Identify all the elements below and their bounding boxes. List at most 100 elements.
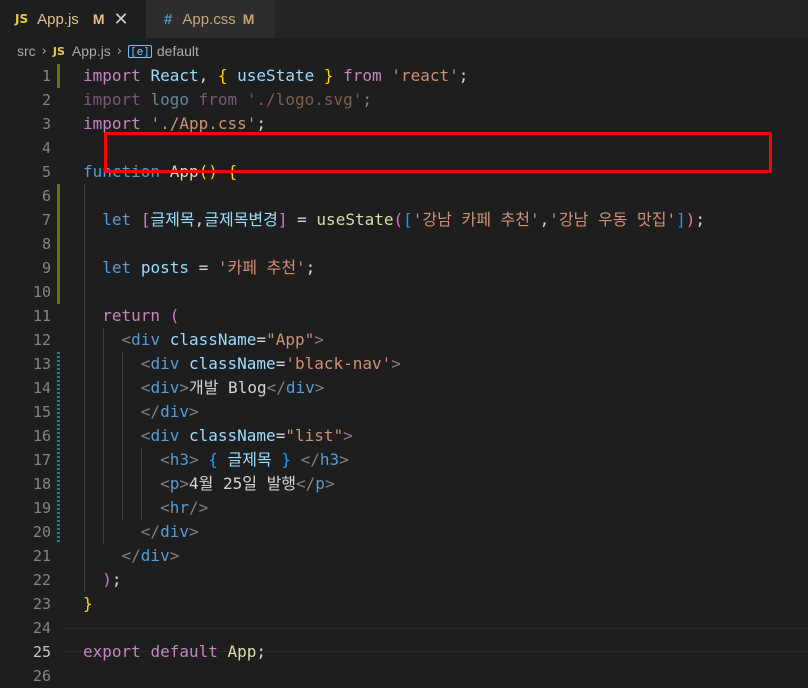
code-line[interactable]: 9 let posts = '카페 추천'; — [0, 256, 808, 280]
code-line[interactable]: 12 <div className="App"> — [0, 328, 808, 352]
code-token: ; — [458, 66, 469, 85]
code-line[interactable]: 24 — [0, 616, 808, 640]
line-number: 15 — [32, 403, 51, 421]
code-token: let — [102, 210, 132, 229]
code-token: ; — [305, 258, 316, 277]
code-line[interactable]: 25 export default App; — [0, 640, 808, 664]
code-text: </div> — [83, 544, 180, 568]
code-token: hr — [169, 498, 189, 517]
line-number: 7 — [41, 211, 51, 229]
code-token: < — [160, 450, 170, 469]
code-token: > — [188, 402, 199, 421]
code-line[interactable]: 23} — [0, 592, 808, 616]
line-number: 4 — [41, 139, 51, 157]
code-line[interactable]: 8 — [0, 232, 808, 256]
code-token: 글제목 — [227, 450, 272, 469]
code-token: div — [150, 426, 180, 445]
breadcrumb-file[interactable]: App.js — [72, 43, 111, 59]
code-line[interactable]: 7 let [글제목,글제목변경] = useState(['강남 카페 추천'… — [0, 208, 808, 232]
code-text: <div className="list"> — [83, 424, 353, 448]
code-line[interactable]: 18 <p>4월 25일 발행</p> — [0, 472, 808, 496]
code-line[interactable]: 2 import logo from './logo.svg'; — [0, 88, 808, 112]
code-line[interactable]: 21 </div> — [0, 544, 808, 568]
code-line[interactable]: 10 — [0, 280, 808, 304]
code-token: < — [160, 474, 170, 493]
code-token: } — [323, 66, 334, 85]
breadcrumb-folder[interactable]: src — [17, 43, 36, 59]
tab-app-js[interactable]: JS App.js M ✕ — [0, 0, 146, 38]
code-text: </div> — [83, 400, 199, 424]
code-line[interactable]: 26 — [0, 664, 808, 688]
line-number: 16 — [32, 427, 51, 445]
code-token: ; — [111, 570, 122, 589]
code-token: </ — [121, 546, 141, 565]
red-highlight-annotation — [104, 132, 772, 173]
code-token: /> — [188, 498, 209, 517]
code-token: default — [150, 642, 218, 661]
code-token: > — [343, 426, 353, 445]
code-line[interactable]: 15 </div> — [0, 400, 808, 424]
line-number: 24 — [32, 619, 51, 637]
code-text: <h3> { 글제목 } </h3> — [83, 448, 349, 472]
code-line[interactable]: 20 </div> — [0, 520, 808, 544]
code-token: = — [275, 426, 286, 445]
tab-label: App.css — [182, 10, 236, 28]
line-number: 21 — [32, 547, 51, 565]
code-token: div — [285, 378, 315, 397]
code-token: ] — [277, 210, 288, 229]
tab-app-css[interactable]: # App.css M — [146, 0, 276, 38]
code-token: useState — [316, 210, 394, 229]
modified-indicator: M — [242, 11, 255, 27]
code-line[interactable]: 22 ); — [0, 568, 808, 592]
code-token: './App.css' — [150, 114, 257, 133]
code-token: </ — [296, 474, 316, 493]
code-token: '강남 우동 맛집' — [549, 210, 677, 229]
code-line[interactable]: 19 <hr/> — [0, 496, 808, 520]
code-token: export — [83, 642, 141, 661]
code-token: > — [314, 330, 324, 349]
code-token: [ — [140, 210, 151, 229]
code-line[interactable]: 13 <div className='black-nav'> — [0, 352, 808, 376]
code-token: > — [188, 522, 199, 541]
code-token: p — [169, 474, 180, 493]
line-number: 5 — [41, 163, 51, 181]
code-line[interactable]: 1 import React, { useState } from 'react'… — [0, 64, 808, 88]
code-token: > — [314, 378, 325, 397]
line-number: 3 — [41, 115, 51, 133]
line-number: 6 — [41, 187, 51, 205]
code-token: > — [179, 474, 189, 493]
code-token: 4월 25일 발행 — [188, 474, 297, 493]
line-number: 20 — [32, 523, 51, 541]
javascript-file-icon: JS — [52, 44, 65, 58]
code-text: } — [83, 592, 93, 616]
code-line[interactable]: 14 <div>개발 Blog</div> — [0, 376, 808, 400]
code-token: > — [188, 450, 199, 469]
code-line[interactable]: 16 <div className="list"> — [0, 424, 808, 448]
line-number: 11 — [32, 307, 51, 325]
code-text: </div> — [83, 520, 199, 544]
code-text: <hr/> — [83, 496, 208, 520]
code-token: = — [188, 258, 218, 277]
close-icon[interactable]: ✕ — [113, 9, 128, 30]
breadcrumb-symbol[interactable]: default — [157, 43, 199, 59]
code-line[interactable]: 17 <h3> { 글제목 } </h3> — [0, 448, 808, 472]
code-line[interactable]: 6 — [0, 184, 808, 208]
css-file-icon: # — [164, 10, 173, 28]
code-line[interactable]: 11 return ( — [0, 304, 808, 328]
code-token: </ — [140, 402, 161, 421]
code-token: className — [188, 354, 276, 373]
